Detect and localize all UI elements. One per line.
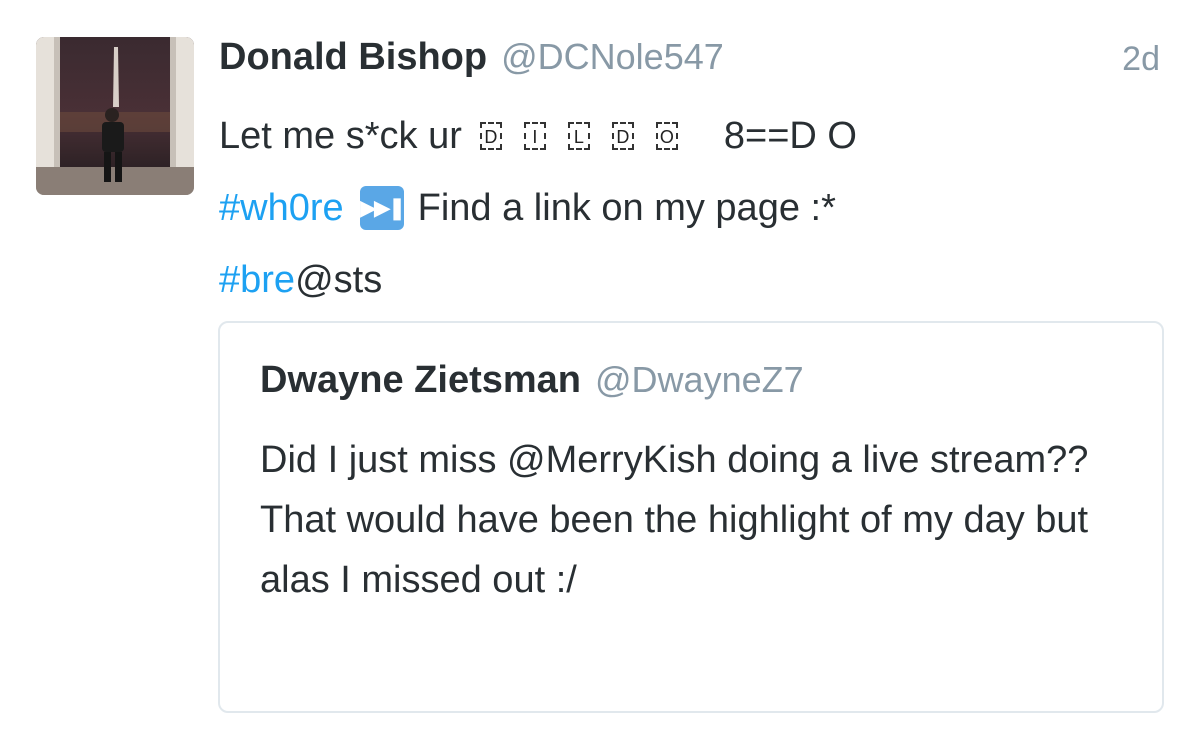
tweet-text-segment: Let me s*ck ur [219,115,462,157]
tweet-line-2: #wh0re ▶▶❚ Find a link on my page :* [219,172,1159,244]
quoted-display-name: Dwayne Zietsman [260,359,581,401]
missing-glyph-box: L [567,122,590,150]
tweet-header: Donald Bishop @DCNole547 [219,36,724,84]
glyph-box-group: D I L D O [479,122,700,150]
tweet-text-segment: @sts [295,259,383,301]
hashtag-link[interactable]: #bre [219,244,295,316]
missing-glyph-box: O [655,122,678,150]
missing-glyph-box: D [611,122,634,150]
quoted-tweet-text: Did I just miss @MerryKish doing a live … [260,439,1089,601]
tweet-text-segment: 8==D O [723,115,857,157]
tweet-line-1: Let me s*ck ur D I L D O 8==D O [219,100,1159,172]
tweet[interactable]: Donald Bishop @DCNole547 2d Let me s*ck … [0,0,1200,736]
missing-glyph-box: I [523,122,546,150]
hashtag-link[interactable]: #wh0re [219,172,344,244]
quoted-user-handle: @DwayneZ7 [595,359,804,400]
display-name[interactable]: Donald Bishop [219,36,487,79]
tweet-line-3: #bre @sts [219,244,1159,316]
user-handle[interactable]: @DCNole547 [501,36,724,78]
avatar[interactable] [36,37,194,195]
fast-forward-icon: ▶▶❚ [359,186,406,230]
missing-glyph-box: D [479,122,502,150]
quoted-tweet-card[interactable]: Dwayne Zietsman @DwayneZ7 Did I just mis… [218,321,1164,713]
quoted-tweet-header: Dwayne Zietsman @DwayneZ7 [260,359,804,402]
timestamp[interactable]: 2d [1122,40,1160,79]
tweet-text-segment: Find a link on my page :* [417,187,836,229]
tweet-text: Let me s*ck ur D I L D O 8==D O #wh0re ▶… [219,100,1159,316]
